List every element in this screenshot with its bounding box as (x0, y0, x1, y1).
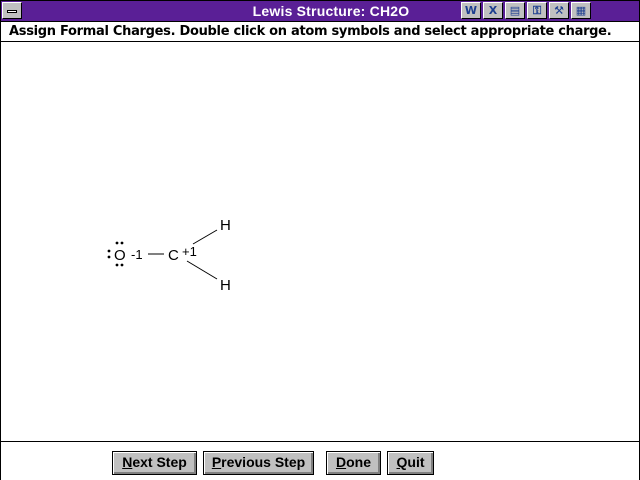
structure-canvas: O -1 C +1 H H (1, 42, 639, 441)
quit-button[interactable]: Quit (387, 451, 434, 475)
lone-pair-dot (120, 263, 124, 267)
atom-hydrogen-top[interactable]: H (220, 217, 231, 234)
app-window: Lewis Structure: CH2O W X ▤ ⚿ ⚒ ▦ Assign… (0, 0, 640, 480)
x-icon[interactable]: X (483, 2, 503, 19)
bond-c-h-bottom (186, 260, 218, 280)
system-menu-icon (7, 10, 17, 13)
lone-pair-dot (107, 255, 111, 259)
lone-pair-dot (115, 263, 119, 267)
system-menu-button[interactable] (2, 2, 22, 19)
previous-step-accel: P (211, 454, 222, 470)
w-icon[interactable]: W (461, 2, 481, 19)
bond-c-h-top (192, 229, 218, 245)
quit-label: uit (407, 454, 425, 470)
key-icon[interactable]: ⚿ (527, 2, 547, 19)
next-step-accel: N (122, 454, 133, 470)
previous-step-label: revious Step (221, 454, 306, 470)
lewis-structure: O -1 C +1 H H (107, 217, 231, 294)
disk-icon[interactable]: ▤ (505, 2, 525, 19)
lone-pair-dot (115, 241, 119, 245)
title-bar: Lewis Structure: CH2O W X ▤ ⚿ ⚒ ▦ (1, 1, 639, 22)
carbon-charge: +1 (182, 244, 197, 259)
toolbar-icons: W X ▤ ⚿ ⚒ ▦ (461, 2, 591, 20)
lone-pair-dot (107, 249, 111, 253)
oxygen-charge: -1 (131, 247, 143, 262)
window-title: Lewis Structure: CH2O (252, 3, 410, 19)
next-step-button[interactable]: Next Step (112, 451, 197, 475)
atom-hydrogen-bottom[interactable]: H (220, 277, 231, 294)
clipboard-icon[interactable]: ▦ (571, 2, 591, 19)
done-accel: D (335, 454, 347, 470)
quit-accel: Q (396, 454, 408, 470)
instruction-bar: Assign Formal Charges. Double click on a… (1, 22, 639, 42)
tools-icon[interactable]: ⚒ (549, 2, 569, 19)
done-label: one (346, 454, 371, 470)
button-bar: Next Step Previous Step Done Quit (1, 441, 639, 480)
previous-step-button[interactable]: Previous Step (203, 451, 314, 475)
next-step-label: ext Step (132, 454, 187, 470)
instruction-text: Assign Formal Charges. Double click on a… (9, 24, 612, 39)
atom-oxygen[interactable]: O (114, 247, 126, 264)
done-button[interactable]: Done (326, 451, 381, 475)
lone-pair-dot (120, 241, 124, 245)
atom-carbon[interactable]: C (168, 247, 179, 264)
